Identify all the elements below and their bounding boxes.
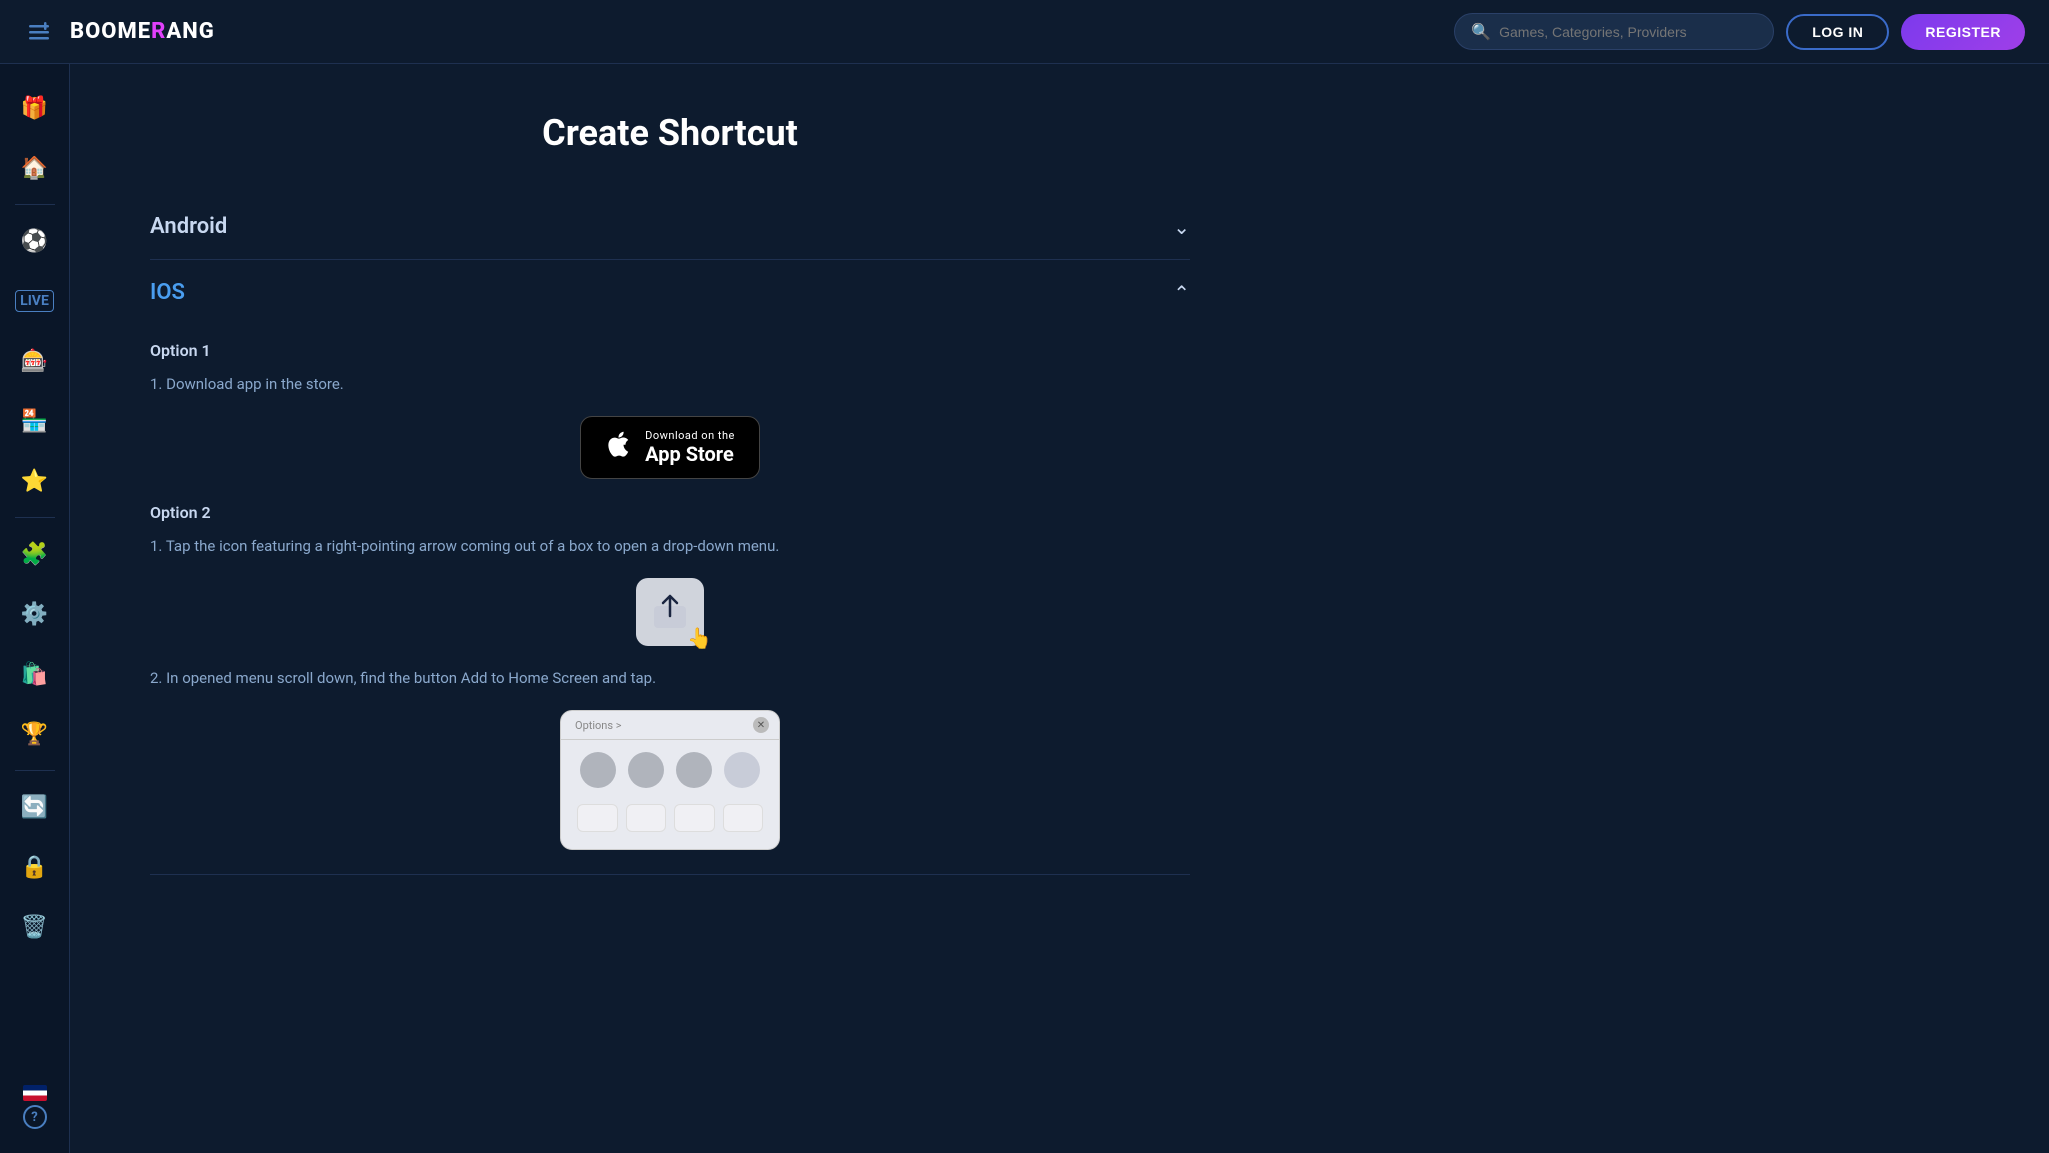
affiliate-icon: 🔄 (21, 795, 48, 820)
ios-mockup-header: Options > ✕ (561, 711, 779, 740)
ios-action-btn-2 (626, 804, 667, 832)
app-store-small-text: Download on the (645, 429, 735, 442)
avatar-2 (628, 752, 664, 788)
help-button[interactable]: ? (23, 1105, 47, 1129)
sidebar-item-promotions[interactable]: 🎁 (7, 80, 63, 136)
star-icon: ⭐ (21, 469, 48, 494)
sidebar-item-live[interactable]: LIVE (7, 273, 63, 329)
ios-mockup-inner: Options > ✕ (560, 710, 780, 850)
ios-contact-3 (676, 752, 712, 788)
lock-icon: 🔒 (21, 855, 48, 880)
avatar-1 (580, 752, 616, 788)
header: BOOMERANG 🔍 LOG IN REGISTER (0, 0, 2049, 64)
flag-icon (23, 1085, 47, 1101)
help-icon: ? (23, 1105, 47, 1129)
ios-contacts-row (561, 740, 779, 800)
search-icon: 🔍 (1471, 22, 1491, 41)
sidebar-bottom: ? (23, 1085, 47, 1137)
language-selector[interactable] (23, 1085, 47, 1101)
shop-icon: 🏪 (21, 409, 48, 434)
sidebar-divider-1 (15, 204, 55, 205)
sidebar-item-favorites[interactable]: ⭐ (7, 453, 63, 509)
ios-close-button[interactable]: ✕ (753, 717, 769, 733)
ios-accordion-title: IOS (150, 280, 185, 305)
trash-icon: 🗑️ (21, 915, 48, 940)
ios-accordion-header[interactable]: IOS ⌃ (150, 260, 1190, 325)
sidebar-item-casino[interactable]: 🎰 (7, 333, 63, 389)
ios-contact-1 (580, 752, 616, 788)
avatar-3 (676, 752, 712, 788)
app-store-text: Download on the App Store (645, 429, 735, 466)
gear-icon: ⚙️ (21, 602, 48, 627)
sidebar: 🎁 🏠 ⚽ LIVE 🎰 🏪 ⭐ 🧩 ⚙️ 🛍️ (0, 64, 70, 1153)
share-icon-container: 👆 (150, 578, 1190, 646)
sidebar-item-affiliate[interactable]: 🔄 (7, 779, 63, 835)
android-accordion-header[interactable]: Android ⌄ (150, 194, 1190, 259)
casino-icon: 🎰 (21, 349, 48, 374)
sidebar-item-shop[interactable]: 🏪 (7, 393, 63, 449)
option2-step1: 1. Tap the icon featuring a right-pointi… (150, 534, 1190, 558)
sidebar-divider-2 (15, 517, 55, 518)
gift-icon: 🎁 (21, 96, 48, 121)
ios-accordion-content: Option 1 1. Download app in the store. D… (150, 341, 1190, 874)
home-icon: 🏠 (21, 156, 48, 181)
option2-step2: 2. In opened menu scroll down, find the … (150, 666, 1190, 690)
sports-icon: ⚽ (21, 229, 48, 254)
ios-action-btn-3 (674, 804, 715, 832)
option1-title: Option 1 (150, 341, 1190, 360)
share-icon-box: 👆 (636, 578, 704, 646)
ios-actions-row (561, 800, 779, 836)
chevron-down-icon: ⌄ (1173, 215, 1190, 239)
avatar-4 (724, 752, 760, 788)
page-title: Create Shortcut (150, 112, 1190, 154)
sidebar-toggle-button[interactable] (24, 17, 54, 47)
sidebar-item-loyalty[interactable]: 🛍️ (7, 646, 63, 702)
option2-title: Option 2 (150, 503, 1190, 522)
share-icon (652, 594, 688, 630)
sidebar-item-wallet[interactable]: 🔒 (7, 839, 63, 895)
android-accordion: Android ⌄ (150, 194, 1190, 260)
ios-contact-2 (628, 752, 664, 788)
login-button[interactable]: LOG IN (1786, 14, 1889, 50)
app-store-large-text: App Store (645, 442, 734, 466)
app-store-button[interactable]: Download on the App Store (580, 416, 760, 479)
ios-accordion: IOS ⌃ Option 1 1. Download app in the st… (150, 260, 1190, 875)
sidebar-divider-3 (15, 770, 55, 771)
logo[interactable]: BOOMERANG (70, 19, 215, 44)
apple-icon (605, 430, 633, 465)
ios-contact-4 (724, 752, 760, 788)
sidebar-item-trophy[interactable]: 🏆 (7, 706, 63, 762)
ios-action-btn-4 (723, 804, 764, 832)
puzzle-icon: 🧩 (21, 542, 48, 567)
layout: 🎁 🏠 ⚽ LIVE 🎰 🏪 ⭐ 🧩 ⚙️ 🛍️ (0, 64, 2049, 1153)
cursor-icon: 👆 (687, 626, 712, 650)
sidebar-item-puzzle[interactable]: 🧩 (7, 526, 63, 582)
header-right: 🔍 LOG IN REGISTER (1454, 13, 2025, 50)
logo-text: BOOMERANG (70, 19, 215, 44)
sidebar-item-trash[interactable]: 🗑️ (7, 899, 63, 955)
main-content: Create Shortcut Android ⌄ IOS ⌃ Option 1… (70, 64, 1270, 1153)
option1-step1: 1. Download app in the store. (150, 372, 1190, 396)
sidebar-item-home[interactable]: 🏠 (7, 140, 63, 196)
trophy-icon: 🏆 (21, 722, 48, 747)
search-bar[interactable]: 🔍 (1454, 13, 1774, 50)
sidebar-item-sports[interactable]: ⚽ (7, 213, 63, 269)
loyalty-icon: 🛍️ (21, 662, 48, 687)
live-icon: LIVE (15, 290, 54, 312)
header-left: BOOMERANG (24, 17, 215, 47)
search-input[interactable] (1499, 24, 1757, 40)
sidebar-item-settings[interactable]: ⚙️ (7, 586, 63, 642)
ios-menu-mockup: Options > ✕ (150, 710, 1190, 850)
options-label: Options > (571, 719, 622, 732)
ios-action-btn-1 (577, 804, 618, 832)
android-accordion-title: Android (150, 214, 227, 239)
chevron-up-icon: ⌃ (1173, 281, 1190, 305)
register-button[interactable]: REGISTER (1901, 14, 2025, 50)
